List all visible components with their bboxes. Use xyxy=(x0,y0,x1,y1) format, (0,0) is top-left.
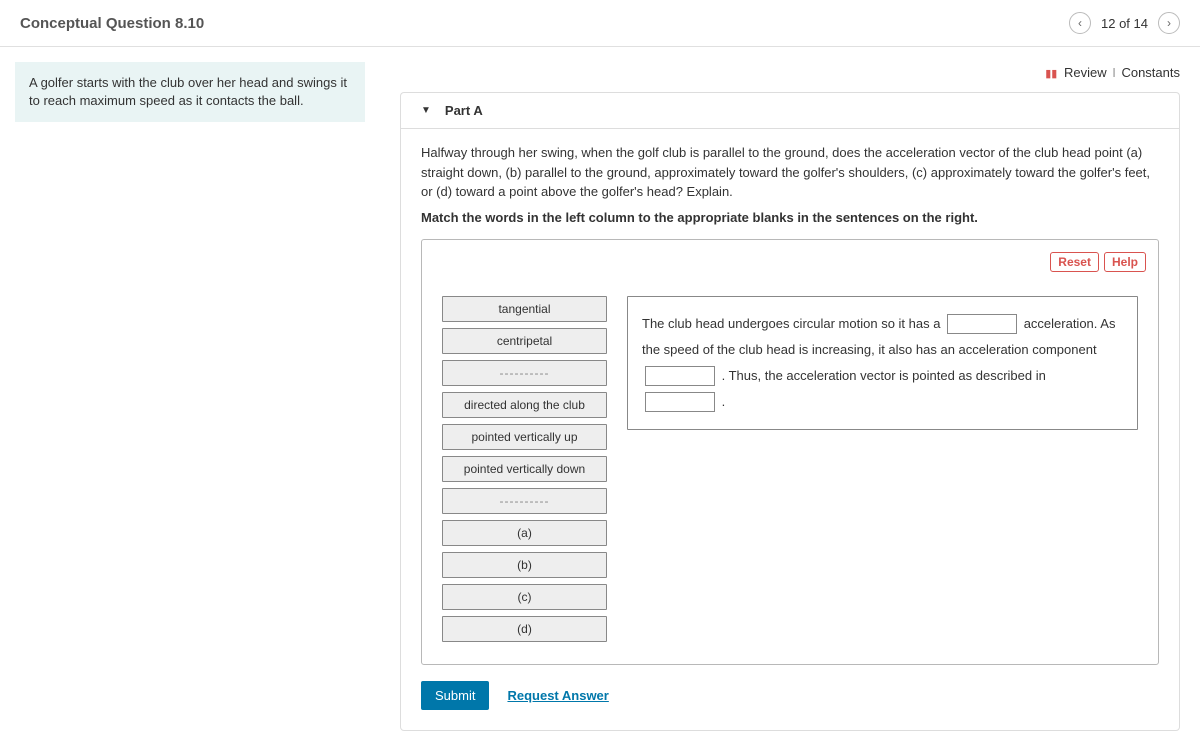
word-item[interactable]: tangential xyxy=(442,296,607,322)
word-item[interactable]: (b) xyxy=(442,552,607,578)
sentence-area: The club head undergoes circular motion … xyxy=(627,296,1138,430)
submit-button[interactable]: Submit xyxy=(421,681,489,710)
request-answer-link[interactable]: Request Answer xyxy=(507,688,608,703)
reset-button[interactable]: Reset xyxy=(1050,252,1099,272)
drop-blank[interactable] xyxy=(645,392,715,412)
sentence-segment: . Thus, the acceleration vector is point… xyxy=(722,368,1046,383)
problem-statement: A golfer starts with the club over her h… xyxy=(15,62,365,122)
sentence-segment: . xyxy=(722,394,726,409)
review-link[interactable]: Review xyxy=(1064,65,1107,80)
part-header[interactable]: ▼ Part A xyxy=(400,92,1180,128)
separator: I xyxy=(1112,65,1116,80)
instruction-text: Match the words in the left column to th… xyxy=(421,210,1159,225)
work-area: Reset Help tangential centripetal ------… xyxy=(421,239,1159,665)
sentence-segment: The club head undergoes circular motion … xyxy=(642,316,944,331)
main-content: ▮▮ Review I Constants ▼ Part A Halfway t… xyxy=(380,47,1200,751)
page-position: 12 of 14 xyxy=(1101,16,1148,31)
top-links: ▮▮ Review I Constants xyxy=(400,57,1180,92)
drop-blank[interactable] xyxy=(645,366,715,386)
part-body: Halfway through her swing, when the golf… xyxy=(400,128,1180,731)
page-title: Conceptual Question 8.10 xyxy=(20,15,204,32)
help-button[interactable]: Help xyxy=(1104,252,1146,272)
next-button[interactable]: › xyxy=(1158,12,1180,34)
word-item[interactable]: centripetal xyxy=(442,328,607,354)
word-item[interactable]: pointed vertically up xyxy=(442,424,607,450)
drop-blank[interactable] xyxy=(947,314,1017,334)
constants-link[interactable]: Constants xyxy=(1121,65,1180,80)
actions: Submit Request Answer xyxy=(421,681,1159,710)
word-item[interactable]: pointed vertically down xyxy=(442,456,607,482)
work-toolbar: Reset Help xyxy=(434,252,1146,272)
part-label: Part A xyxy=(445,103,483,118)
word-bank: tangential centripetal ---------- direct… xyxy=(442,296,607,642)
prev-button[interactable]: ‹ xyxy=(1069,12,1091,34)
question-text: Halfway through her swing, when the golf… xyxy=(421,143,1159,202)
sidebar: A golfer starts with the club over her h… xyxy=(0,47,380,751)
pause-icon: ▮▮ xyxy=(1045,68,1057,80)
word-item[interactable]: directed along the club xyxy=(442,392,607,418)
word-item[interactable]: (c) xyxy=(442,584,607,610)
caret-down-icon: ▼ xyxy=(421,105,431,116)
word-item[interactable]: ---------- xyxy=(442,360,607,386)
page-header: Conceptual Question 8.10 ‹ 12 of 14 › xyxy=(0,0,1200,47)
page-nav: ‹ 12 of 14 › xyxy=(1069,12,1180,34)
word-item[interactable]: (a) xyxy=(442,520,607,546)
word-item[interactable]: ---------- xyxy=(442,488,607,514)
